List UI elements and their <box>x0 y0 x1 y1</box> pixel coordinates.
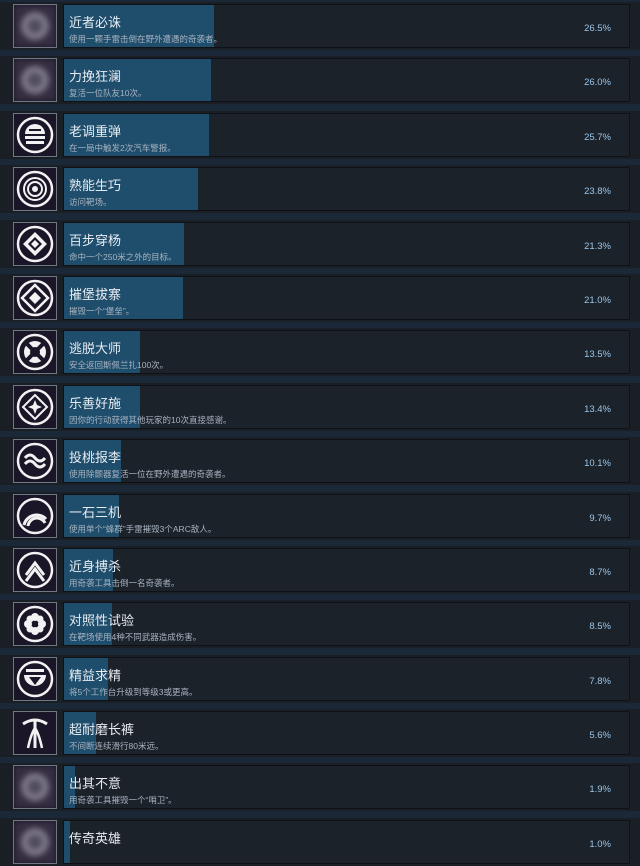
achievement-row[interactable]: 精益求精将5个工作台升级到等级3或更高。 7.8% <box>0 654 640 703</box>
achievement-description: 使用单个“蜂群”手雷摧毁3个ARC敌人。 <box>69 523 217 534</box>
achievement-title: 逃脱大师 <box>69 341 122 357</box>
achievement-row[interactable]: 力挽狂澜复活一位队友10次。 26.0% <box>0 56 640 105</box>
achievement-description: 命中一个250米之外的目标。 <box>69 251 177 262</box>
achievement-description: 在靶场使用4种不同武器造成伤害。 <box>69 632 202 643</box>
achievement-title: 百步穿杨 <box>69 232 122 248</box>
achievement-row[interactable]: 对照性试验在靶场使用4种不同武器造成伤害。 8.5% <box>0 600 640 649</box>
achievement-description: 复活一位队友10次。 <box>69 88 147 99</box>
unlock-percentage: 7.8% <box>589 675 611 687</box>
unlock-percentage: 8.7% <box>589 566 611 578</box>
unlock-percentage: 23.8% <box>584 186 611 198</box>
chevron-stack-icon <box>13 547 57 592</box>
achievement-list: 近者必诛使用一颗手雷击倒在野外遭遇的奇袭者。 26.5% 力挽狂澜复活一位队友10次… <box>0 2 640 866</box>
achievement-info-panel: 逃脱大师安全返回斯佩兰扎100次。 13.5% <box>63 330 630 375</box>
achievement-info-panel: 对照性试验在靶场使用4种不同武器造成伤害。 8.5% <box>63 602 630 647</box>
achievement-title: 精益求精 <box>69 667 122 683</box>
achievement-info-panel: 出其不意用奇袭工具摧毁一个“哨卫”。 1.9% <box>63 765 630 810</box>
achievement-title: 力挽狂澜 <box>69 69 122 85</box>
unlock-percentage: 5.6% <box>589 730 611 742</box>
achievement-description: 因你的行动获得其他玩家的10次直接感谢。 <box>69 414 232 425</box>
concentric-rings-icon <box>13 167 57 212</box>
unlock-percentage: 26.0% <box>584 77 611 89</box>
achievement-title: 近身搏杀 <box>69 558 122 574</box>
achievement-title: 熟能生巧 <box>69 178 122 194</box>
locked-blurred-icon <box>13 58 57 103</box>
achievement-row[interactable]: 近身搏杀用奇袭工具击倒一名奇袭者。 8.7% <box>0 545 640 594</box>
unlock-percentage: 26.5% <box>584 23 611 34</box>
unlock-percentage: 21.3% <box>584 240 611 252</box>
achievement-row[interactable]: 熟能生巧访问靶场。 23.8% <box>0 165 640 214</box>
achievement-info-panel: 熟能生巧访问靶场。 23.8% <box>63 167 630 212</box>
unlock-percentage: 13.4% <box>584 403 611 415</box>
achievement-row[interactable]: 近者必诛使用一颗手雷击倒在野外遭遇的奇袭者。 26.5% <box>0 2 640 50</box>
achievement-title: 摧堡拔寨 <box>69 286 122 302</box>
achievement-description: 使用除颤器复活一位在野外遭遇的奇袭者。 <box>69 469 231 480</box>
achievement-row[interactable]: 出其不意用奇袭工具摧毁一个“哨卫”。 1.9% <box>0 763 640 812</box>
lifebuoy-icon <box>13 330 57 375</box>
achievement-title: 超耐磨长裤 <box>69 722 135 738</box>
unlock-percentage: 9.7% <box>589 512 611 524</box>
achievement-row[interactable]: 老调重弹在一局中触发2次汽车警报。 25.7% <box>0 110 640 159</box>
crosshair-diamond-icon <box>13 221 57 266</box>
unlock-percentage: 8.5% <box>589 621 611 633</box>
achievement-description: 将5个工作台升级到等级3或更高。 <box>69 686 198 697</box>
achievement-info-panel: 一石三机使用单个“蜂群”手雷摧毁3个ARC敌人。 9.7% <box>63 493 630 538</box>
bowl-triangle-icon <box>13 656 57 701</box>
unlock-percentage: 1.0% <box>589 838 611 850</box>
striped-dome-icon <box>13 112 57 157</box>
achievement-description: 摧毁一个“堡垒”。 <box>69 305 135 316</box>
achievement-row[interactable]: 摧堡拔寨摧毁一个“堡垒”。 21.0% <box>0 273 640 322</box>
achievement-info-panel: 乐善好施因你的行动获得其他玩家的10次直接感谢。 13.4% <box>63 384 630 429</box>
wave-swirl-icon <box>13 439 57 484</box>
achievement-title: 出其不意 <box>69 776 122 792</box>
arcs-icon <box>13 493 57 538</box>
unlock-percentage: 1.9% <box>589 784 611 796</box>
flower-icon <box>13 602 57 647</box>
achievement-title: 老调重弹 <box>69 123 122 139</box>
achievement-info-panel: 力挽狂澜复活一位队友10次。 26.0% <box>63 58 630 103</box>
achievement-info-panel: 百步穿杨命中一个250米之外的目标。 21.3% <box>63 221 630 266</box>
achievement-description: 用奇袭工具摧毁一个“哨卫”。 <box>69 795 177 806</box>
unlock-percentage: 10.1% <box>584 458 611 470</box>
fountain-icon <box>13 711 57 756</box>
locked-blurred-icon <box>13 819 57 864</box>
unlock-percentage: 13.5% <box>584 349 611 361</box>
unlock-percentage: 21.0% <box>584 294 611 306</box>
achievement-description: 使用一颗手雷击倒在野外遭遇的奇袭者。 <box>69 34 223 44</box>
achievement-description: 不间断连续滑行80米远。 <box>69 741 164 752</box>
achievement-row[interactable]: 逃脱大师安全返回斯佩兰扎100次。 13.5% <box>0 328 640 377</box>
achievement-row[interactable]: 传奇英雄 1.0% <box>0 817 640 866</box>
achievement-info-panel: 投桃报李使用除颤器复活一位在野外遭遇的奇袭者。 10.1% <box>63 439 630 484</box>
achievement-info-panel: 近者必诛使用一颗手雷击倒在野外遭遇的奇袭者。 26.5% <box>63 4 630 48</box>
achievement-description: 在一局中触发2次汽车警报。 <box>69 142 176 153</box>
achievement-row[interactable]: 投桃报李使用除颤器复活一位在野外遭遇的奇袭者。 10.1% <box>0 437 640 486</box>
achievement-description: 用奇袭工具击倒一名奇袭者。 <box>69 577 180 588</box>
achievement-title: 对照性试验 <box>69 613 135 629</box>
achievement-info-panel: 传奇英雄 1.0% <box>63 819 630 864</box>
achievement-info-panel: 近身搏杀用奇袭工具击倒一名奇袭者。 8.7% <box>63 547 630 592</box>
achievement-info-panel: 老调重弹在一局中触发2次汽车警报。 25.7% <box>63 112 630 157</box>
locked-blurred-icon <box>13 4 57 48</box>
achievement-title: 投桃报李 <box>69 450 122 466</box>
achievement-title: 一石三机 <box>69 504 122 520</box>
achievement-title: 传奇英雄 <box>69 830 122 846</box>
achievement-info-panel: 超耐磨长裤不间断连续滑行80米远。 5.6% <box>63 711 630 756</box>
diamond-star-icon <box>13 384 57 429</box>
achievement-row[interactable]: 超耐磨长裤不间断连续滑行80米远。 5.6% <box>0 709 640 758</box>
locked-blurred-icon <box>13 765 57 810</box>
achievement-title: 乐善好施 <box>69 395 122 411</box>
achievement-description: 访问靶场。 <box>69 197 112 208</box>
unlock-percentage: 25.7% <box>584 131 611 143</box>
achievement-row[interactable]: 百步穿杨命中一个250米之外的目标。 21.3% <box>0 219 640 268</box>
fortress-diamond-icon <box>13 275 57 320</box>
achievement-title: 近者必诛 <box>69 15 122 30</box>
achievement-row[interactable]: 一石三机使用单个“蜂群”手雷摧毁3个ARC敌人。 9.7% <box>0 491 640 540</box>
achievement-info-panel: 精益求精将5个工作台升级到等级3或更高。 7.8% <box>63 656 630 701</box>
achievement-row[interactable]: 乐善好施因你的行动获得其他玩家的10次直接感谢。 13.4% <box>0 382 640 431</box>
achievement-description: 安全返回斯佩兰扎100次。 <box>69 360 169 371</box>
achievement-info-panel: 摧堡拔寨摧毁一个“堡垒”。 21.0% <box>63 275 630 320</box>
